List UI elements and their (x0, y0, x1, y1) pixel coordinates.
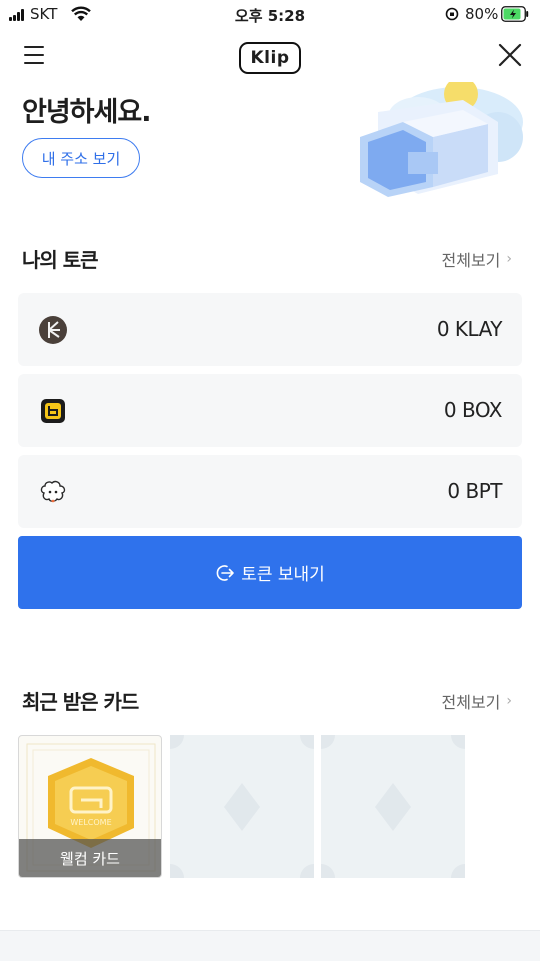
battery-icon (501, 6, 529, 22)
my-tokens-title: 나의 토큰 (22, 248, 99, 272)
welcome-badge-text: WELCOME (70, 818, 111, 827)
welcome-card[interactable]: WELCOME 웰컴 카드 (18, 735, 162, 878)
battery-percent: 80% (465, 5, 499, 23)
token-amount: 0 BPT (447, 479, 502, 503)
chevron-right-icon: › (506, 251, 512, 267)
cards-view-all-label: 전체보기 (441, 693, 501, 712)
orientation-lock-icon (445, 7, 459, 21)
view-my-address-button[interactable]: 내 주소 보기 (22, 138, 140, 178)
logo-text: Klip (250, 48, 290, 68)
klay-icon (39, 316, 67, 344)
greeting-title: 안녕하세요. (22, 97, 151, 128)
menu-button[interactable] (22, 43, 48, 67)
tokens-view-all-link[interactable]: 전체보기 › (442, 247, 513, 271)
token-amount: 0 KLAY (436, 317, 503, 341)
token-amount: 0 BOX (443, 398, 503, 422)
send-arrow-icon (216, 564, 234, 581)
klip-logo: Klip (239, 42, 301, 74)
token-row-bpt[interactable]: 0 BPT (18, 455, 522, 528)
welcome-card-label: 웰컴 카드 (60, 849, 120, 868)
welcome-card-caption: 웰컴 카드 (19, 839, 161, 877)
token-row-klay[interactable]: 0 KLAY (18, 293, 522, 366)
tokens-view-all-label: 전체보기 (441, 251, 501, 270)
wallet-illustration (360, 82, 523, 197)
recent-cards-title: 최근 받은 카드 (22, 690, 139, 714)
bpt-icon (40, 480, 66, 503)
status-bar: SKT 오후 5:28 80% (0, 0, 540, 30)
cards-view-all-link[interactable]: 전체보기 › (442, 689, 513, 713)
empty-card-slot (321, 735, 465, 878)
chevron-right-icon: › (506, 693, 512, 709)
bottom-bar (0, 930, 540, 961)
view-my-address-label: 내 주소 보기 (41, 149, 121, 168)
close-button[interactable] (497, 42, 523, 68)
box-icon (41, 399, 65, 423)
card-placeholder-icon (321, 735, 465, 878)
card-placeholder-icon (170, 735, 314, 878)
send-token-label: 토큰 보내기 (241, 565, 325, 585)
empty-card-slot (170, 735, 314, 878)
send-token-button[interactable]: 토큰 보내기 (18, 536, 522, 609)
token-row-box[interactable]: 0 BOX (18, 374, 522, 447)
clock: 오후 5:28 (234, 7, 306, 25)
